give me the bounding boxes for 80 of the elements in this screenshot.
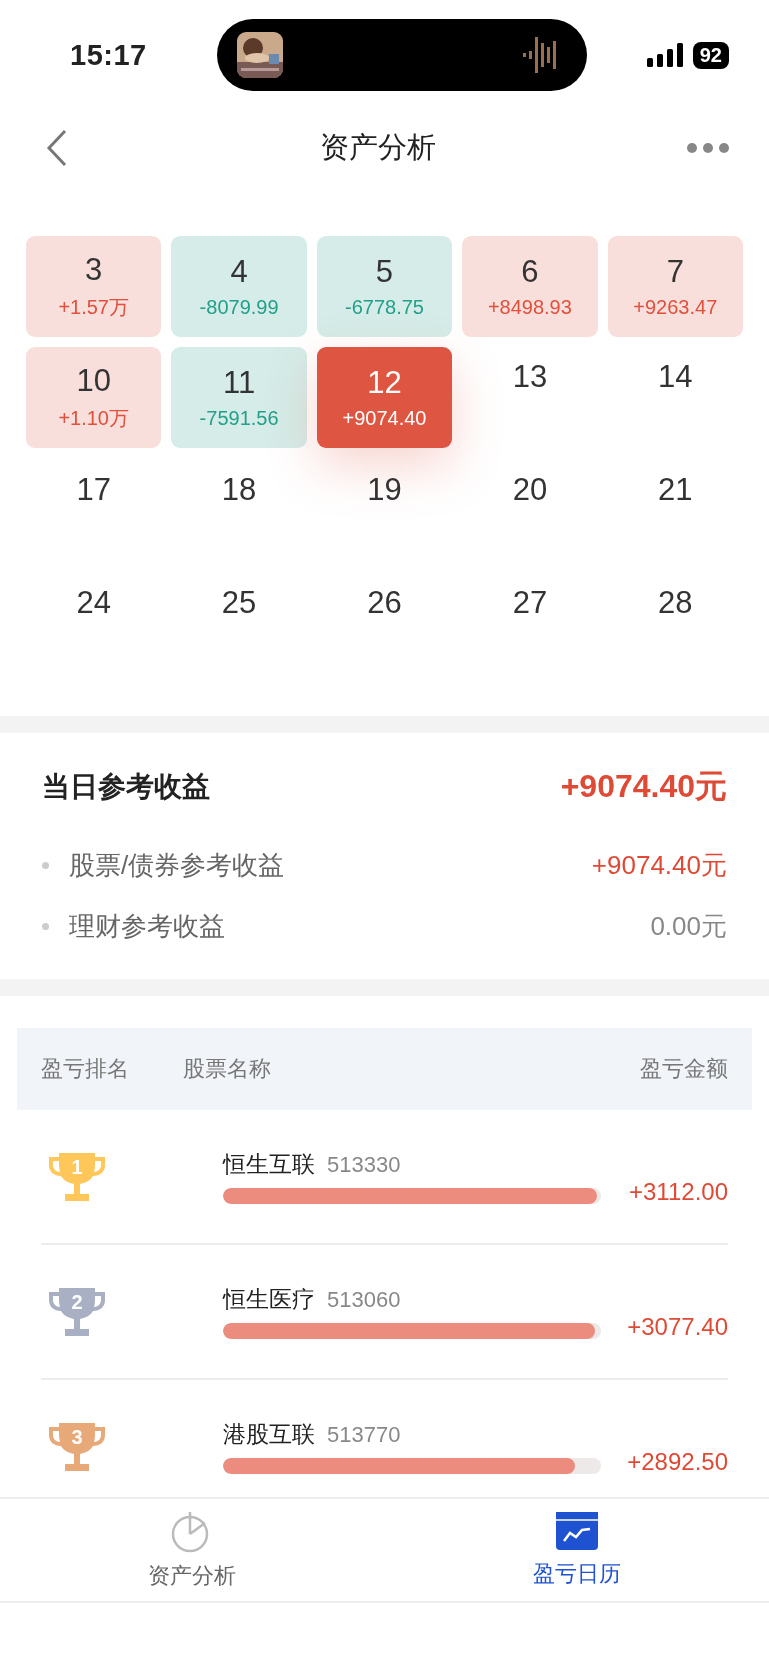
day-number: 10 (76, 363, 111, 399)
income-label: 理财参考收益 (69, 910, 225, 943)
income-value: +9074.40元 (591, 849, 727, 882)
day-number: 14 (658, 359, 693, 395)
tab-item[interactable]: 盈亏日历 (384, 1499, 769, 1601)
bullet-icon (42, 923, 49, 930)
calendar-day[interactable]: 26 (316, 573, 453, 676)
back-icon[interactable] (45, 129, 69, 167)
day-number: 20 (512, 472, 548, 508)
stock-code: 513060 (327, 1287, 401, 1313)
bullet-icon (42, 862, 49, 869)
day-number: 5 (375, 254, 394, 290)
calendar-day[interactable]: 14 (607, 347, 743, 450)
day-amount: +8498.93 (487, 296, 572, 319)
day-amount: -8079.99 (199, 296, 279, 319)
signal-icon (646, 43, 683, 67)
day-number: 3 (85, 252, 103, 288)
calendar-day[interactable]: 11 -7591.56 (171, 347, 307, 448)
day-number: 21 (658, 472, 693, 508)
calendar-day[interactable]: 28 (607, 573, 743, 676)
calendar-day[interactable]: 18 (171, 460, 307, 563)
day-number: 27 (512, 585, 548, 621)
day-number: 4 (230, 254, 248, 290)
day-number: 25 (221, 585, 257, 621)
summary-total: +9074.40元 (560, 767, 727, 806)
calendar-day[interactable]: 6 +8498.93 (462, 236, 598, 337)
column-header: 股票名称 (183, 1055, 272, 1083)
calendar-day[interactable]: 24 (26, 573, 162, 676)
stock-name: 恒生互联 (223, 1150, 315, 1179)
calendar-day[interactable]: 4 -8079.99 (171, 236, 307, 337)
calendar-day[interactable]: 10 +1.10万 (26, 347, 162, 448)
day-amount: +9074.40 (342, 407, 427, 430)
more-icon[interactable] (687, 143, 729, 153)
summary-title: 当日参考收益 (42, 770, 210, 804)
column-header: 盈亏金额 (640, 1055, 728, 1083)
day-number: 6 (521, 254, 539, 290)
calendar-day[interactable]: 21 (607, 460, 743, 563)
calendar-chart-icon (554, 1511, 599, 1551)
battery-level: 92 (692, 41, 729, 69)
calendar-day[interactable]: 7 +9263.47 (607, 236, 743, 337)
day-number: 7 (666, 254, 684, 290)
day-number: 18 (221, 472, 257, 508)
trophy-icon: 3 (47, 1420, 107, 1473)
profit-amount: +3112.00 (628, 1176, 728, 1206)
tab-item[interactable]: 资产分析 (0, 1499, 385, 1601)
day-amount: -7591.56 (199, 407, 279, 430)
day-number: 12 (367, 365, 402, 401)
calendar-day[interactable]: 5 -6778.75 (316, 236, 453, 337)
day-number: 28 (658, 585, 693, 621)
day-number: 13 (512, 359, 548, 395)
calendar-day[interactable]: 17 (26, 460, 162, 563)
day-number: 24 (76, 585, 111, 621)
stock-name: 港股互联 (223, 1420, 315, 1449)
day-number: 11 (223, 365, 256, 401)
calendar-day[interactable]: 25 (171, 573, 307, 676)
stock-code: 513770 (327, 1422, 401, 1448)
calendar-day[interactable]: 13 (462, 347, 598, 450)
page-title: 资产分析 (320, 130, 436, 165)
calendar-day[interactable]: 19 (316, 460, 453, 563)
calendar-day[interactable]: 12 +9074.40 (316, 347, 453, 448)
stock-name: 恒生医疗 (223, 1285, 315, 1314)
day-amount: +1.57万 (58, 295, 129, 320)
calendar-day[interactable]: 3 +1.57万 (26, 236, 162, 337)
income-label: 股票/债券参考收益 (69, 849, 285, 882)
income-value: 0.00元 (650, 910, 727, 943)
status-time: 15:17 (70, 38, 147, 72)
column-header: 盈亏排名 (41, 1055, 130, 1083)
calendar-day[interactable]: 27 (462, 573, 598, 676)
trophy-icon: 2 (47, 1285, 107, 1338)
stock-code: 513330 (327, 1152, 401, 1178)
profit-amount: +2892.50 (626, 1446, 728, 1476)
day-amount: +9263.47 (633, 296, 718, 319)
day-number: 17 (76, 472, 111, 508)
day-amount: +1.10万 (58, 406, 129, 431)
profit-amount: +3077.40 (626, 1311, 728, 1341)
calendar-day[interactable]: 20 (462, 460, 598, 563)
trophy-icon: 1 (47, 1150, 107, 1203)
day-amount: -6778.75 (345, 296, 424, 319)
day-number: 19 (367, 472, 402, 508)
day-number: 26 (367, 585, 402, 621)
